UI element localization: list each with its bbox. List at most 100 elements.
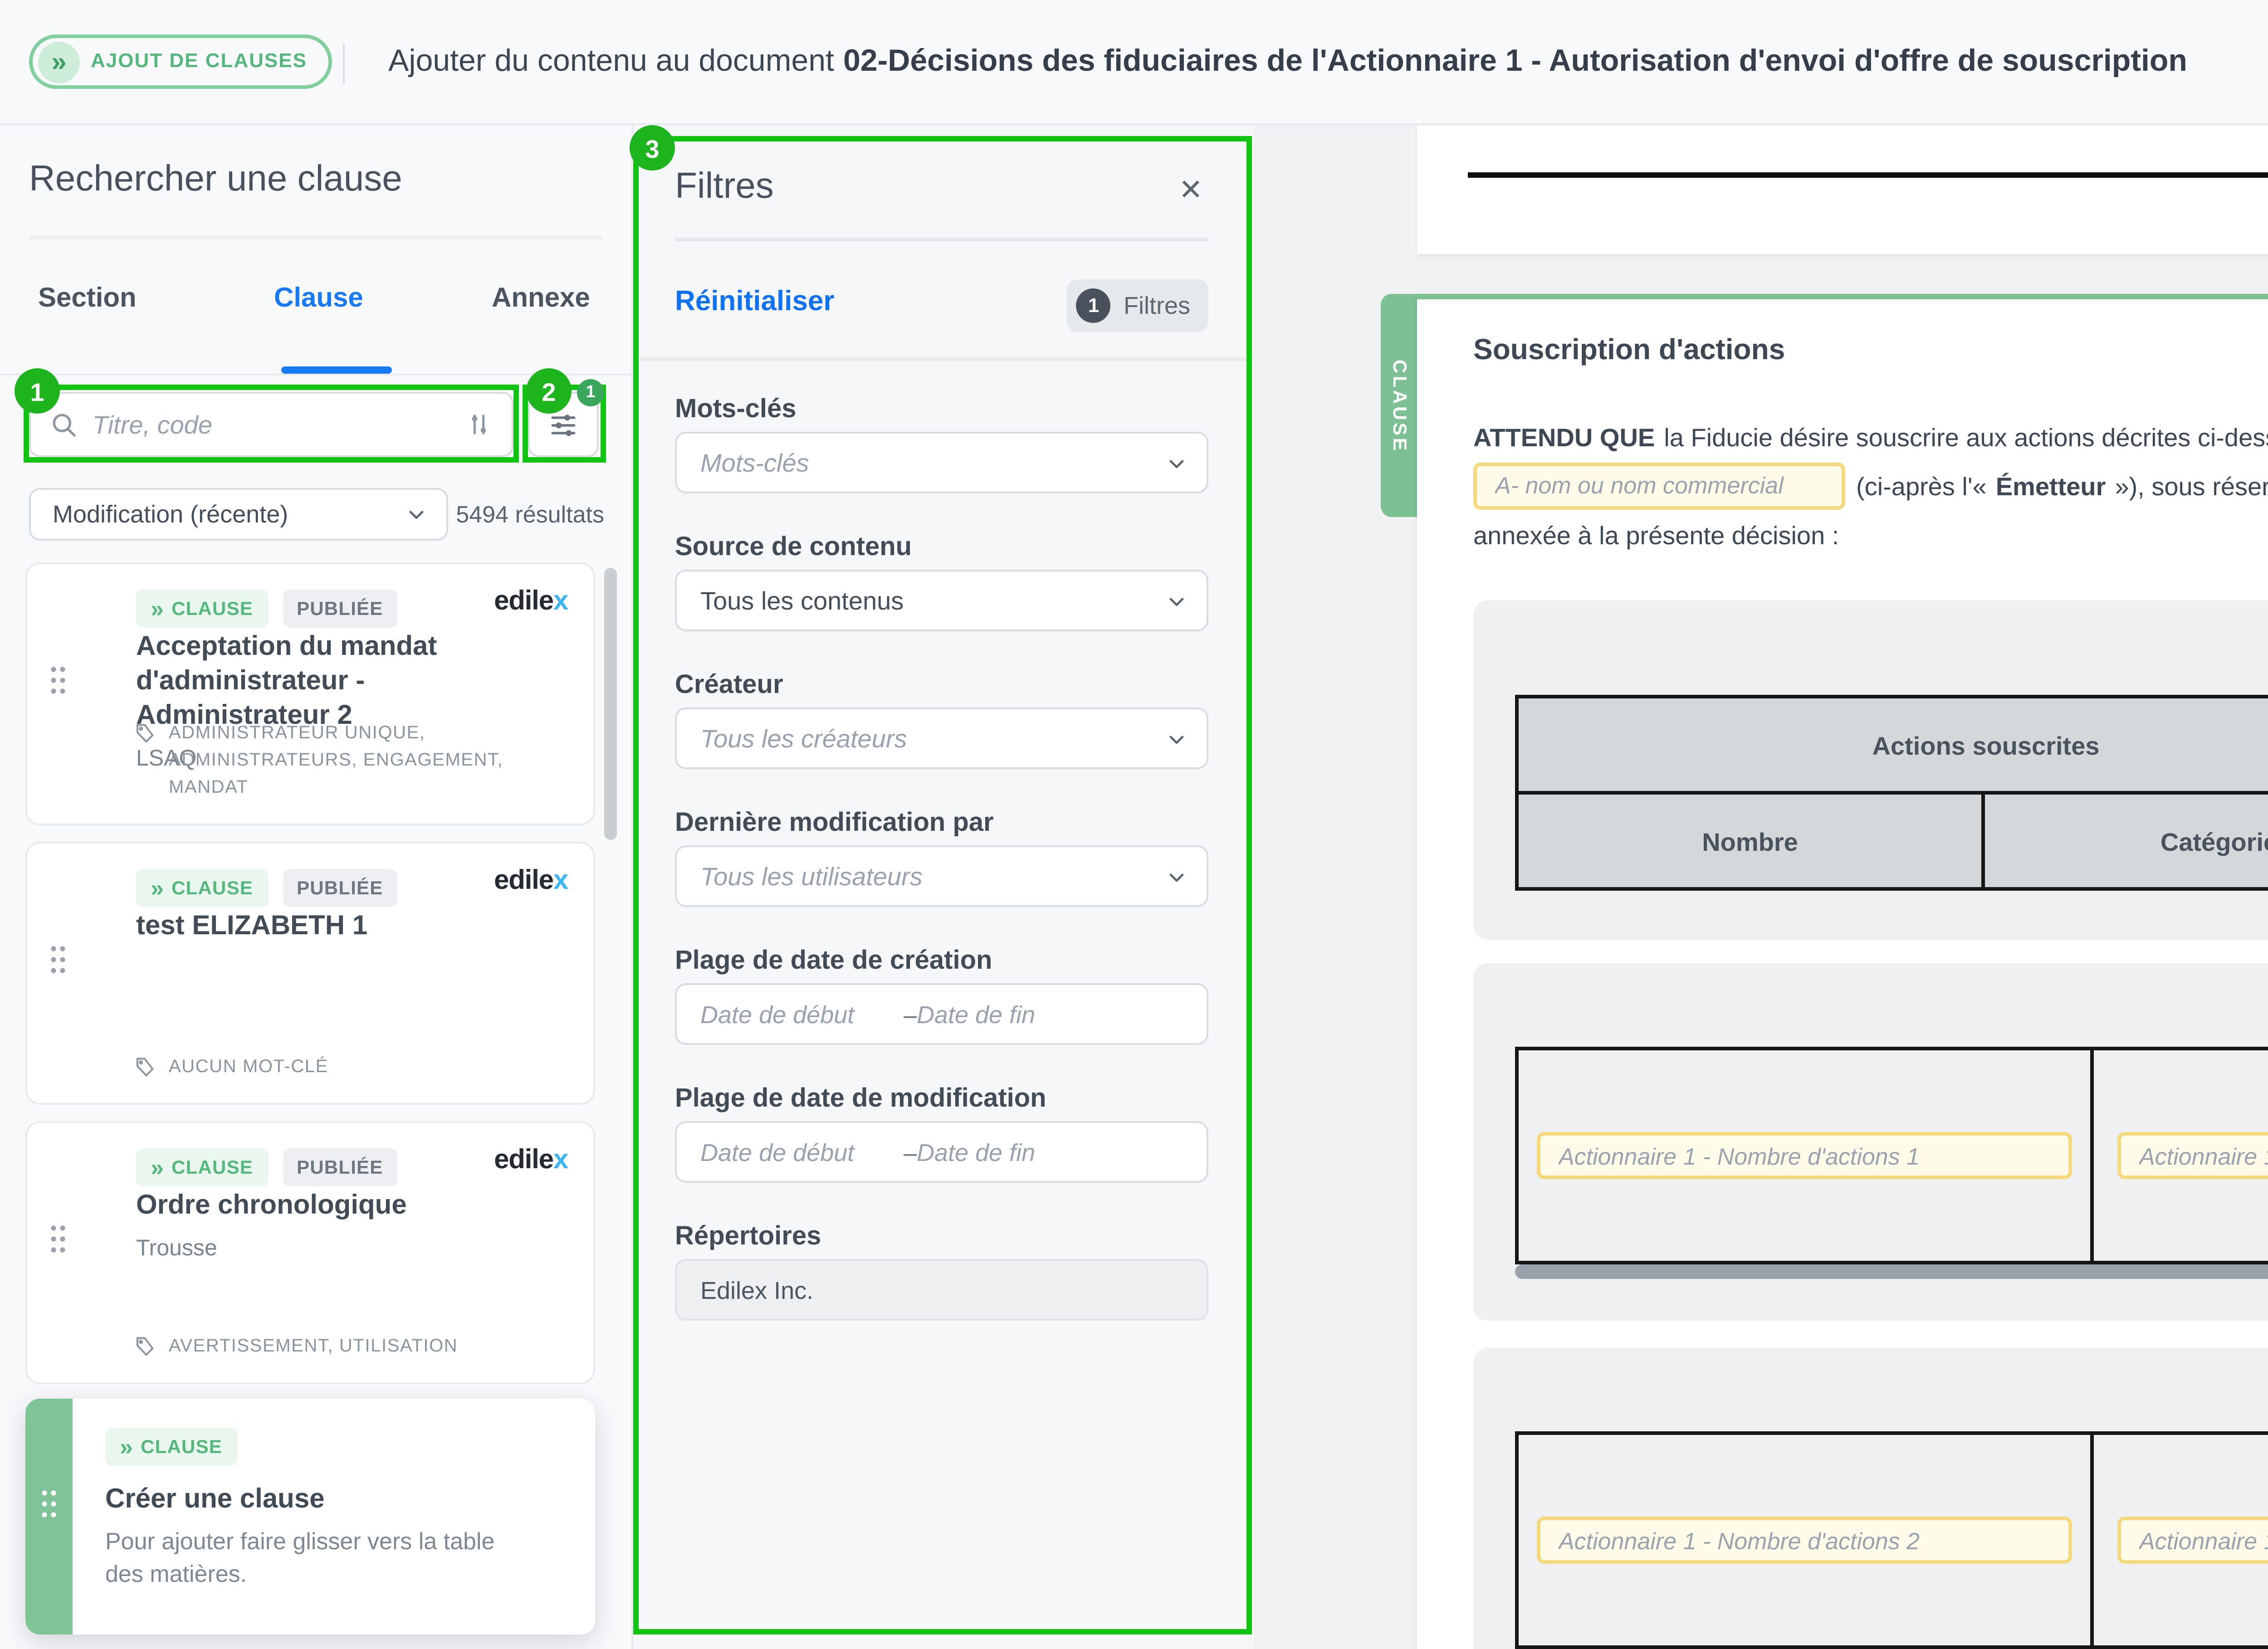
clause-card-title: Ordre chronologique (136, 1188, 528, 1223)
categorie-cell: « » (2094, 1050, 2268, 1261)
clause-side-tab[interactable]: CLAUSE (1381, 294, 1417, 517)
clause-card[interactable]: »CLAUSE PUBLIÉE edilex Ordre chronologiq… (25, 1121, 595, 1384)
annotation-box-1 (24, 385, 519, 463)
tab-clause[interactable]: Clause (274, 283, 363, 314)
clause-card-tags: ADMINISTRATEUR UNIQUE, ADMINISTRATEURS, … (169, 720, 568, 802)
double-chevron-icon: » (151, 595, 164, 622)
issuer-name-field[interactable] (1473, 462, 1845, 509)
paragraph-text: »), sous réserve des conditions prévues … (2115, 471, 2268, 500)
clause-card-title: Acceptation du mandat d'administrateur -… (136, 629, 528, 733)
document-page (1417, 123, 2268, 254)
guillemet-close: » (2094, 1208, 2268, 1239)
tag-icon (132, 1335, 156, 1361)
clause-card-tags: AVERTISSEMENT, UTILISATION (169, 1333, 458, 1361)
clause-search-sidebar: Rechercher une clause Section Clause Ann… (0, 123, 633, 1649)
document-horizontal-rule (1468, 172, 2268, 178)
clause-paragraph: ATTENDU QUE la Fiducie désire souscrire … (1473, 412, 2268, 559)
categorie-field[interactable] (2117, 1517, 2268, 1564)
guillemet-close: » (2094, 1593, 2268, 1624)
nombre-field[interactable] (1537, 1517, 2072, 1564)
tab-section[interactable]: Section (38, 283, 137, 314)
shares-row-table: « » (1515, 1047, 2268, 1264)
drag-handle-icon[interactable] (49, 1225, 67, 1254)
drag-handle-icon[interactable] (40, 1489, 58, 1518)
edilex-logo: edilex (494, 586, 568, 617)
clause-type-badge: »CLAUSE (105, 1428, 237, 1466)
nombre-input[interactable] (1559, 1142, 2050, 1169)
app-window: » AJOUT DE CLAUSES Ajouter du contenu au… (0, 0, 2268, 1649)
page-title: Ajouter du contenu au document 02-Décisi… (388, 0, 2187, 123)
nombre-cell (1519, 1435, 2090, 1645)
horizontal-scrollbar-thumb[interactable] (1515, 1264, 2268, 1279)
document-name: 02-Décisions des fiduciaires de l'Action… (843, 44, 2187, 80)
clause-card-title: test ELIZABETH 1 (136, 909, 528, 943)
annotation-circle-3: 3 (630, 125, 675, 171)
double-chevron-icon: » (151, 874, 164, 902)
sidebar-scrollbar-thumb[interactable] (604, 568, 617, 840)
shares-row-table: « » (1515, 1431, 2268, 1649)
clause-type-badge: »CLAUSE (136, 1148, 268, 1186)
clause-card-subtitle: Trousse (136, 1235, 528, 1261)
drag-handle-icon[interactable] (49, 666, 67, 695)
create-clause-description: Pour ajouter faire glisser vers la table… (105, 1526, 532, 1591)
status-badge: PUBLIÉE (282, 1148, 397, 1186)
nombre-input[interactable] (1559, 1527, 2050, 1554)
clause-card-tags: AUCUN MOT-CLÉ (169, 1054, 328, 1081)
paragraph-text: (ci-après l'« (1856, 471, 1987, 500)
clause-block: Souscription d'actions ATTENDU QUE la Fi… (1417, 294, 2268, 1649)
active-filter-count-badge: 1 (577, 379, 604, 406)
shares-row-block: « » (1473, 963, 2268, 1321)
status-badge: PUBLIÉE (282, 869, 397, 907)
sort-select-value: Modification (récente) (53, 501, 405, 528)
shares-table-block: Actions souscrites Prix unitaire Nombre … (1473, 600, 2268, 940)
annotation-circle-1: 1 (15, 368, 60, 414)
clause-card[interactable]: »CLAUSE PUBLIÉE edilex test ELIZABETH 1 … (25, 842, 595, 1105)
table-header-categorie: Catégorie (1985, 795, 2268, 887)
ajout-de-clauses-badge: » AJOUT DE CLAUSES (29, 34, 332, 89)
nombre-field[interactable] (1537, 1132, 2072, 1179)
guillemet-open: « (2094, 1072, 2268, 1103)
chevron-down-icon (405, 503, 428, 526)
double-chevron-icon: » (38, 41, 80, 83)
create-clause-card[interactable]: »CLAUSE Créer une clause Pour ajouter fa… (25, 1399, 595, 1634)
clause-card[interactable]: »CLAUSE PUBLIÉE edilex Acceptation du ma… (25, 562, 595, 825)
attendu-que: ATTENDU QUE (1473, 422, 1655, 451)
issuer-name-input[interactable] (1495, 472, 1823, 499)
tag-icon (132, 722, 156, 802)
annotation-box-3 (633, 136, 1252, 1634)
double-chevron-icon: » (120, 1433, 133, 1460)
shares-row-table-viewport: « » (1515, 1047, 2268, 1264)
badge-label: AJOUT DE CLAUSES (91, 51, 307, 73)
paragraph-text: annexée à la présente décision : (1473, 520, 1839, 549)
sidebar-heading: Rechercher une clause (29, 160, 402, 201)
drag-handle-icon[interactable] (49, 945, 67, 974)
header-divider (343, 44, 345, 83)
categorie-input[interactable] (2139, 1527, 2268, 1554)
edilex-logo: edilex (494, 865, 568, 896)
page-title-prefix: Ajouter du contenu au document (388, 44, 834, 80)
categorie-input[interactable] (2139, 1142, 2268, 1169)
shares-row-block: « » (1473, 1348, 2268, 1649)
categorie-field[interactable] (2117, 1132, 2268, 1179)
shares-row-table-viewport: « » (1515, 1431, 2268, 1649)
document-editor-area: CLAUSE Souscription d'actions ATTENDU QU… (1254, 123, 2268, 1649)
results-count: 5494 résultats (430, 488, 604, 541)
annotation-circle-2: 2 (526, 368, 572, 414)
shares-header-table: Actions souscrites Prix unitaire Nombre … (1515, 695, 2268, 891)
top-header: » AJOUT DE CLAUSES Ajouter du contenu au… (0, 0, 2268, 125)
edilex-logo: edilex (494, 1145, 568, 1176)
clause-type-badge: »CLAUSE (136, 869, 268, 907)
divider (29, 236, 602, 239)
sort-select[interactable]: Modification (récente) (29, 488, 448, 541)
nombre-cell (1519, 1050, 2090, 1261)
status-badge: PUBLIÉE (282, 590, 397, 628)
table-header-actions-souscrites: Actions souscrites (1519, 698, 2268, 791)
guillemet-open: « (2094, 1457, 2268, 1488)
paragraph-text: la Fiducie désire souscrire aux actions … (1664, 422, 2268, 451)
active-tab-underline (281, 366, 392, 374)
clause-type-badge: »CLAUSE (136, 590, 268, 628)
create-card-stripe (25, 1399, 73, 1634)
categorie-cell: « » (2094, 1435, 2268, 1645)
emetteur: Émetteur (1996, 471, 2106, 500)
tab-annexe[interactable]: Annexe (492, 283, 590, 314)
